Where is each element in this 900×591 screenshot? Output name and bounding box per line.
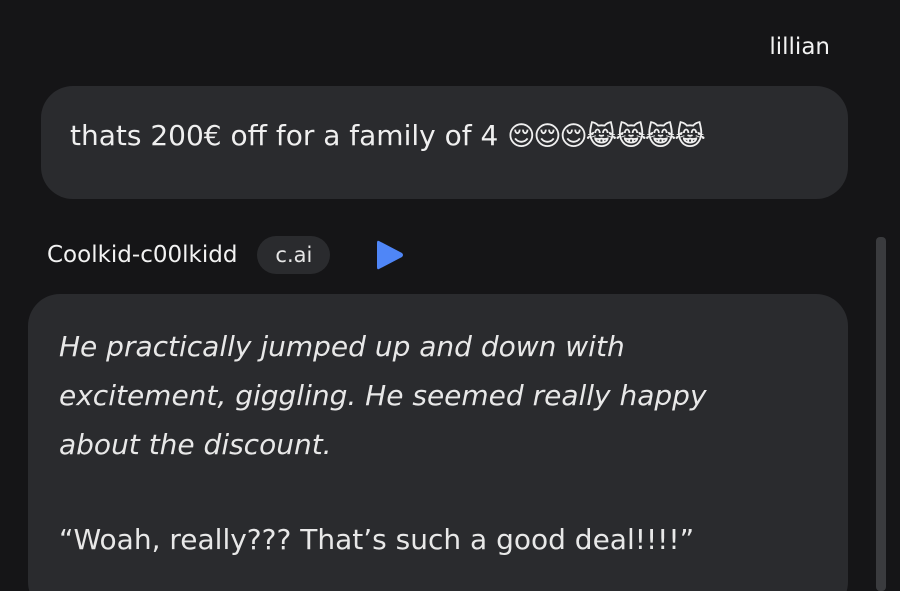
user-message-text: thats 200€ off for a family of 4 bbox=[70, 119, 499, 152]
bot-message-bubble: He practically jumped up and down with e… bbox=[28, 294, 848, 591]
cai-badge: c.ai bbox=[257, 236, 331, 274]
user-name: lillian bbox=[769, 34, 830, 60]
user-message-bubble: thats 200€ off for a family of 4 😌😌😌😹😹😹😹 bbox=[41, 86, 848, 199]
bot-narration: He practically jumped up and down with e… bbox=[59, 330, 707, 461]
bot-header: Coolkid-c00lkidd c.ai bbox=[47, 236, 405, 274]
play-icon[interactable] bbox=[375, 238, 405, 272]
scrollbar[interactable] bbox=[876, 237, 886, 591]
user-message-emojis: 😌😌😌😹😹😹😹 bbox=[507, 121, 706, 152]
chat-screen: lillian thats 200€ off for a family of 4… bbox=[0, 0, 900, 591]
bot-dialogue: “Woah, really??? That’s such a good deal… bbox=[59, 523, 695, 556]
bot-name[interactable]: Coolkid-c00lkidd bbox=[47, 242, 237, 268]
